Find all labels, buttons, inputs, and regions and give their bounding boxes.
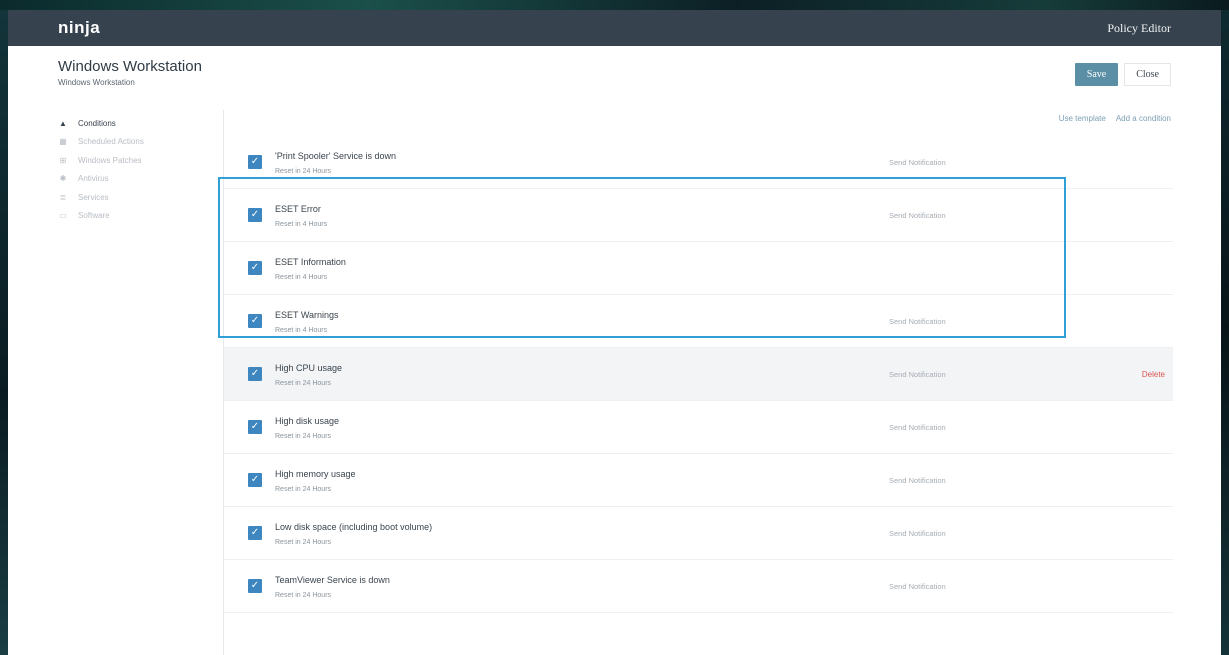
list-icon: ≣ bbox=[59, 192, 67, 202]
condition-row[interactable]: ✓ Low disk space (including boot volume)… bbox=[224, 507, 1173, 560]
condition-row[interactable]: ✓ TeamViewer Service is down Reset in 24… bbox=[224, 560, 1173, 613]
sidebar: ▲ Conditions ▦ Scheduled Actions ⊞ Windo… bbox=[58, 114, 218, 225]
page-subtitle: Windows Workstation bbox=[58, 78, 135, 87]
condition-row[interactable]: ✓ ESET Information Reset in 4 Hours bbox=[224, 242, 1173, 295]
top-bar: ninja Policy Editor bbox=[8, 10, 1221, 46]
sidebar-item-services[interactable]: ≣ Services bbox=[58, 188, 218, 207]
condition-action: Send Notification bbox=[889, 529, 946, 538]
condition-reset: Reset in 24 Hours bbox=[275, 486, 332, 493]
condition-title: TeamViewer Service is down bbox=[275, 575, 390, 585]
windows-icon: ⊞ bbox=[59, 155, 67, 165]
sidebar-item-label: Scheduled Actions bbox=[78, 137, 144, 147]
condition-row[interactable]: ✓ 'Print Spooler' Service is down Reset … bbox=[224, 136, 1173, 189]
conditions-list: ✓ 'Print Spooler' Service is down Reset … bbox=[224, 136, 1173, 613]
condition-action: Send Notification bbox=[889, 582, 946, 591]
sidebar-item-label: Software bbox=[78, 211, 110, 221]
condition-action: Send Notification bbox=[889, 423, 946, 432]
shield-icon: ✱ bbox=[59, 174, 67, 184]
condition-checkbox[interactable]: ✓ bbox=[248, 208, 262, 222]
header-actions: Save Close bbox=[1074, 63, 1171, 86]
close-button[interactable]: Close bbox=[1124, 63, 1171, 86]
condition-reset: Reset in 24 Hours bbox=[275, 539, 332, 546]
condition-checkbox[interactable]: ✓ bbox=[248, 314, 262, 328]
background-right bbox=[1221, 10, 1229, 655]
condition-row[interactable]: ✓ High CPU usage Reset in 24 Hours Send … bbox=[224, 348, 1173, 401]
condition-reset: Reset in 4 Hours bbox=[275, 274, 328, 281]
condition-title: High disk usage bbox=[275, 416, 340, 426]
sidebar-item-label: Conditions bbox=[78, 118, 116, 128]
condition-checkbox[interactable]: ✓ bbox=[248, 473, 262, 487]
sidebar-item-windows-patches[interactable]: ⊞ Windows Patches bbox=[58, 151, 218, 170]
condition-row[interactable]: ✓ ESET Error Reset in 4 Hours Send Notif… bbox=[224, 189, 1173, 242]
condition-action: Send Notification bbox=[889, 158, 946, 167]
condition-reset: Reset in 4 Hours bbox=[275, 327, 328, 334]
condition-action: Send Notification bbox=[889, 370, 946, 379]
condition-title: ESET Warnings bbox=[275, 310, 339, 320]
condition-title: High CPU usage bbox=[275, 363, 343, 373]
condition-action: Send Notification bbox=[889, 211, 946, 220]
condition-checkbox[interactable]: ✓ bbox=[248, 261, 262, 275]
condition-checkbox[interactable]: ✓ bbox=[248, 367, 262, 381]
sidebar-item-label: Services bbox=[78, 192, 109, 202]
condition-title: ESET Error bbox=[275, 204, 321, 214]
condition-action: Send Notification bbox=[889, 317, 946, 326]
condition-reset: Reset in 24 Hours bbox=[275, 433, 332, 440]
background-left bbox=[0, 10, 8, 655]
condition-row[interactable]: ✓ High memory usage Reset in 24 Hours Se… bbox=[224, 454, 1173, 507]
page-header: Windows Workstation Windows Workstation bbox=[58, 58, 202, 87]
delete-link[interactable]: Delete bbox=[1142, 370, 1165, 379]
sidebar-item-scheduled-actions[interactable]: ▦ Scheduled Actions bbox=[58, 133, 218, 152]
warning-icon: ▲ bbox=[59, 118, 67, 128]
background-top bbox=[0, 0, 1229, 10]
condition-row[interactable]: ✓ ESET Warnings Reset in 4 Hours Send No… bbox=[224, 295, 1173, 348]
save-button[interactable]: Save bbox=[1074, 63, 1119, 86]
sidebar-item-software[interactable]: ▭ Software bbox=[58, 207, 218, 226]
page-title: Windows Workstation bbox=[58, 58, 202, 75]
sidebar-item-label: Windows Patches bbox=[78, 155, 142, 165]
condition-checkbox[interactable]: ✓ bbox=[248, 420, 262, 434]
condition-title: High memory usage bbox=[275, 469, 356, 479]
add-condition-link[interactable]: Add a condition bbox=[1116, 114, 1171, 123]
app-window: ninja Policy Editor Windows Workstation … bbox=[8, 10, 1221, 655]
condition-checkbox[interactable]: ✓ bbox=[248, 579, 262, 593]
condition-title: ESET Information bbox=[275, 257, 346, 267]
calendar-icon: ▦ bbox=[59, 137, 67, 147]
sidebar-item-label: Antivirus bbox=[78, 174, 109, 184]
sidebar-item-conditions[interactable]: ▲ Conditions bbox=[58, 114, 218, 133]
condition-reset: Reset in 4 Hours bbox=[275, 221, 328, 228]
condition-checkbox[interactable]: ✓ bbox=[248, 155, 262, 169]
use-template-link[interactable]: Use template bbox=[1059, 114, 1106, 123]
condition-action: Send Notification bbox=[889, 476, 946, 485]
condition-row[interactable]: ✓ High disk usage Reset in 24 Hours Send… bbox=[224, 401, 1173, 454]
section-title: Policy Editor bbox=[1107, 20, 1171, 35]
ninja-logo[interactable]: ninja bbox=[58, 18, 100, 38]
condition-reset: Reset in 24 Hours bbox=[275, 592, 332, 599]
window-icon: ▭ bbox=[59, 211, 67, 221]
condition-title: 'Print Spooler' Service is down bbox=[275, 151, 396, 161]
condition-links: Use template Add a condition bbox=[1059, 114, 1171, 123]
sidebar-item-antivirus[interactable]: ✱ Antivirus bbox=[58, 170, 218, 189]
condition-reset: Reset in 24 Hours bbox=[275, 168, 332, 175]
condition-reset: Reset in 24 Hours bbox=[275, 380, 332, 387]
condition-checkbox[interactable]: ✓ bbox=[248, 526, 262, 540]
condition-title: Low disk space (including boot volume) bbox=[275, 522, 433, 532]
